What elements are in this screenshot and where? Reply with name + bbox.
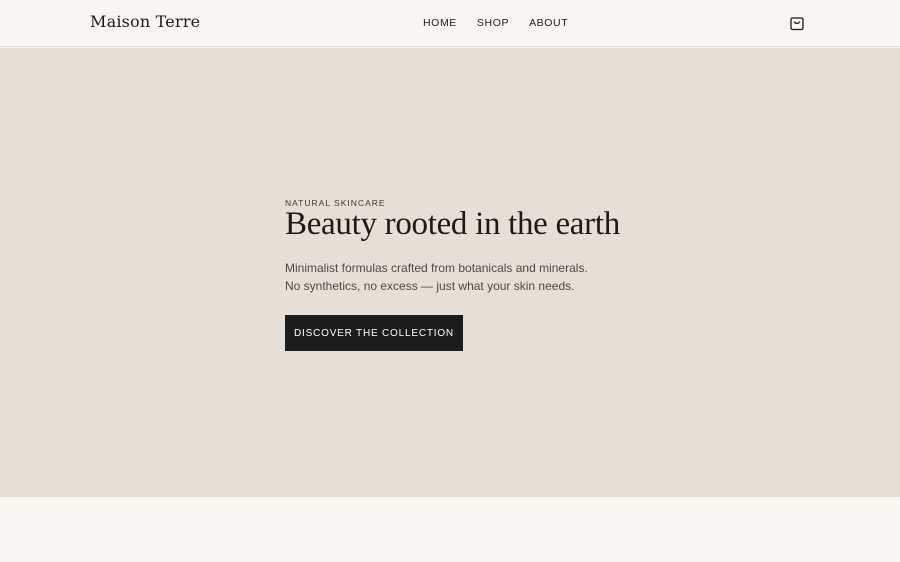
- hero-headline: Beauty rooted in the earth: [285, 206, 620, 242]
- nav-about[interactable]: ABOUT: [529, 17, 568, 29]
- nav-shop[interactable]: SHOP: [477, 17, 509, 29]
- discover-collection-button[interactable]: DISCOVER THE COLLECTION: [285, 315, 463, 351]
- main-nav: HOME SHOP ABOUT: [423, 17, 568, 29]
- shopping-bag-icon[interactable]: [789, 14, 805, 31]
- hero-subcopy-line: Minimalist formulas crafted from botanic…: [285, 261, 588, 275]
- site-header: Maison Terre HOME SHOP ABOUT: [0, 0, 900, 47]
- brand-logo[interactable]: Maison Terre: [90, 12, 200, 31]
- nav-home[interactable]: HOME: [423, 17, 457, 29]
- hero-section: NATURAL SKINCARE Beauty rooted in the ea…: [0, 48, 900, 497]
- hero-subcopy: Minimalist formulas crafted from botanic…: [285, 259, 588, 295]
- hero-subcopy-line: No synthetics, no excess — just what you…: [285, 279, 575, 293]
